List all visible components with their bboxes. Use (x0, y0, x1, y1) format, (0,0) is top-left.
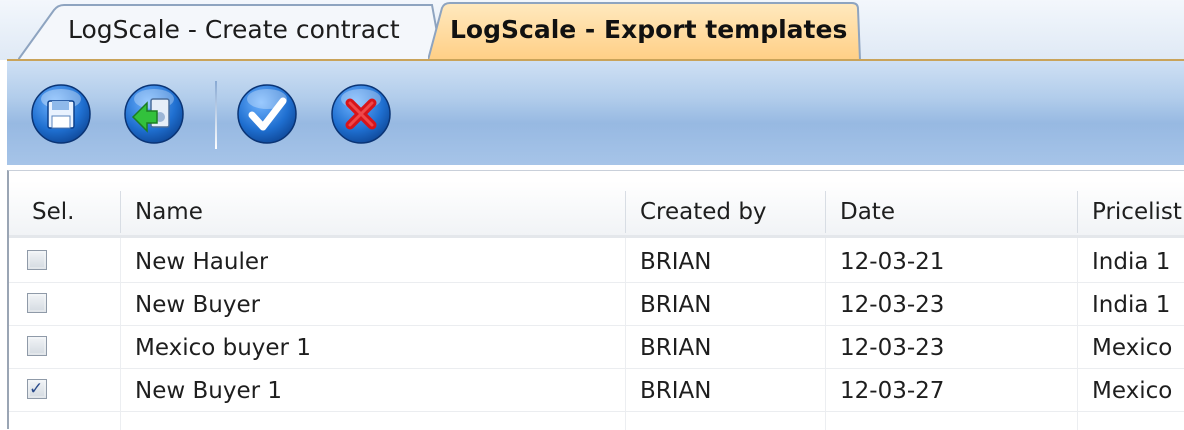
row-select-checkbox[interactable]: ✓ (27, 379, 47, 399)
floppy-disk-icon (31, 84, 91, 144)
tab-label: LogScale - Create contract (68, 15, 400, 44)
date: 12-03-27 (840, 378, 945, 404)
column-header-created-by[interactable]: Created by (640, 181, 767, 238)
pricelist: Mexico (1092, 378, 1173, 404)
created-by: BRIAN (640, 378, 712, 404)
date: 12-03-23 (840, 335, 945, 361)
templates-grid: Sel. Name Created by Date Pricelist New … (7, 170, 1184, 430)
column-divider[interactable] (625, 191, 626, 233)
row-select-checkbox[interactable] (27, 293, 47, 313)
pricelist: India 1 (1092, 249, 1171, 275)
template-name: New Hauler (135, 249, 269, 275)
tab-export-templates[interactable]: LogScale - Export templates (428, 0, 864, 60)
tab-strip: LogScale - Create contract LogScale - Ex… (0, 0, 1184, 60)
column-divider[interactable] (120, 191, 121, 233)
table-row[interactable]: New Hauler BRIAN 12-03-21 India 1 (9, 240, 1184, 283)
table-row[interactable]: New Buyer BRIAN 12-03-23 India 1 (9, 283, 1184, 326)
checkbox-fill (30, 296, 44, 310)
table-row[interactable]: ✓ New Buyer 1 BRIAN 12-03-27 Mexico (9, 369, 1184, 412)
checkmark-icon (237, 84, 297, 144)
tab-label: LogScale - Export templates (450, 15, 848, 44)
column-divider[interactable] (1077, 191, 1078, 233)
created-by: BRIAN (640, 249, 712, 275)
grid-header: Sel. Name Created by Date Pricelist (9, 181, 1184, 238)
checkbox-fill (30, 339, 44, 353)
pricelist: India 1 (1092, 292, 1171, 318)
export-button[interactable] (123, 83, 185, 145)
table-row[interactable]: Mexico buyer 1 BRIAN 12-03-23 Mexico (9, 326, 1184, 369)
row-select-checkbox[interactable] (27, 336, 47, 356)
column-header-sel[interactable]: Sel. (32, 181, 74, 238)
template-name: Mexico buyer 1 (135, 335, 311, 361)
cancel-button[interactable] (330, 83, 392, 145)
column-header-date[interactable]: Date (840, 181, 895, 238)
date: 12-03-23 (840, 292, 945, 318)
template-name: New Buyer 1 (135, 378, 282, 404)
checkmark-icon: ✓ (29, 379, 44, 399)
created-by: BRIAN (640, 292, 712, 318)
column-header-pricelist[interactable]: Pricelist (1092, 181, 1182, 238)
save-button[interactable] (30, 83, 92, 145)
date: 12-03-21 (840, 249, 945, 275)
ok-button[interactable] (236, 83, 298, 145)
column-header-name[interactable]: Name (135, 181, 203, 238)
row-select-checkbox[interactable] (27, 250, 47, 270)
tab-create-contract[interactable]: LogScale - Create contract (18, 0, 442, 60)
export-arrow-icon (124, 84, 184, 144)
column-divider[interactable] (825, 191, 826, 233)
toolbar-separator (215, 81, 217, 149)
checkbox-fill (30, 253, 44, 267)
pricelist: Mexico (1092, 335, 1173, 361)
template-name: New Buyer (135, 292, 261, 318)
created-by: BRIAN (640, 335, 712, 361)
toolbar (7, 59, 1184, 165)
red-x-icon (331, 84, 391, 144)
